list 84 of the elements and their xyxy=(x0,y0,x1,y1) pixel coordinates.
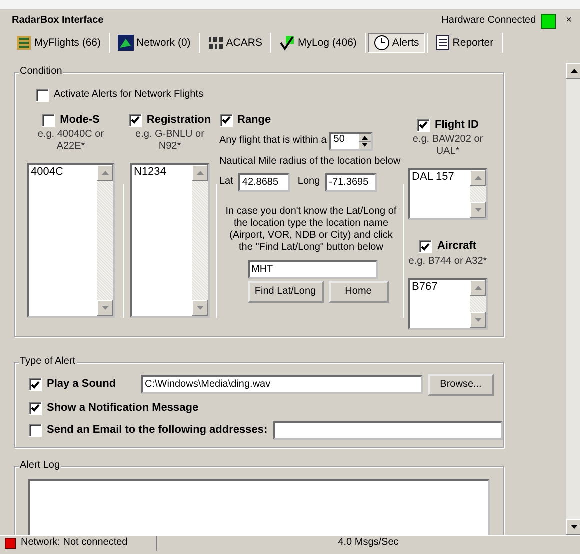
checkmark-icon xyxy=(279,35,296,51)
scroll-up-button[interactable] xyxy=(566,62,580,78)
tab[interactable]: ACARS xyxy=(202,33,268,53)
hint-text: e.g. G-BNLU or N92* xyxy=(134,129,206,154)
option-label: Aircraft xyxy=(437,240,477,254)
scrollbar[interactable] xyxy=(566,62,580,534)
hardware-status: Hardware Connected xyxy=(442,15,536,27)
checkbox[interactable] xyxy=(36,88,49,102)
help-text: In case you don't know the Lat/Long of the location type the location name (Airport, VOR, NDB or City) and click the "Find Lat/Long" button below xyxy=(224,206,398,254)
binary-digits-icon xyxy=(208,35,224,51)
spin-arrows-icon xyxy=(359,134,372,149)
latitude-field[interactable]: 42.8685 xyxy=(238,172,290,192)
close-button[interactable]: × xyxy=(566,15,572,27)
checkbox[interactable] xyxy=(29,378,42,391)
email-field[interactable] xyxy=(272,420,503,440)
field-label: Nautical Mile radius of the location below xyxy=(220,156,402,168)
checkbox[interactable] xyxy=(128,114,142,127)
home-button[interactable]: Home xyxy=(328,281,388,304)
list-item[interactable]: N1234 xyxy=(134,166,190,180)
list-box[interactable]: B767 xyxy=(408,278,488,330)
list-box[interactable]: N1234 xyxy=(130,163,210,318)
option-label: Registration xyxy=(146,114,212,127)
hint-text: e.g. BAW202 or UAL* xyxy=(412,134,484,158)
list-item[interactable]: B767 xyxy=(412,280,468,294)
scroll-down-button[interactable] xyxy=(566,518,580,534)
field-label: Long xyxy=(298,176,320,188)
group-label: Type of Alert xyxy=(19,356,77,368)
up-arrow-icon xyxy=(474,176,482,180)
down-arrow-icon xyxy=(474,318,482,322)
option-label: Activate Alerts for Network Flights xyxy=(54,89,204,101)
up-arrow-icon xyxy=(196,171,204,176)
status-text: 4.0 Msgs/Sec xyxy=(338,537,399,548)
checkbox[interactable] xyxy=(220,114,232,127)
spin-field[interactable]: 50 xyxy=(329,132,374,151)
file-path-field[interactable]: C:\Windows\Media\ding.wav xyxy=(141,375,423,394)
network-map-icon xyxy=(118,35,134,51)
status-text: Network: Not connected xyxy=(21,537,128,549)
check-icon xyxy=(222,116,230,124)
option-label: Mode-S xyxy=(60,114,100,127)
group-label: Alert Log xyxy=(19,460,62,472)
location-field[interactable]: MHT xyxy=(248,260,378,279)
tab[interactable]: Network (0) xyxy=(112,33,197,53)
up-arrow-icon xyxy=(570,68,578,72)
check-icon xyxy=(419,121,428,130)
down-arrow-icon xyxy=(196,306,204,310)
down-arrow-icon xyxy=(102,306,108,310)
tab[interactable]: MyFlights (66) xyxy=(10,33,108,53)
check-icon xyxy=(31,380,40,388)
option-label: Range xyxy=(238,114,272,127)
down-arrow-icon xyxy=(570,524,578,528)
list-item[interactable]: DAL 157 xyxy=(412,171,468,184)
down-arrow-icon xyxy=(474,208,482,212)
find-button[interactable]: Find Lat/Long xyxy=(248,281,324,304)
clock-icon xyxy=(374,35,390,51)
checkbox[interactable] xyxy=(417,118,430,132)
tab[interactable]: Alerts xyxy=(368,33,426,53)
option-label: Send an Email to the following addresses: xyxy=(47,424,268,437)
check-icon xyxy=(421,242,430,251)
option-label: Play a Sound xyxy=(47,378,116,392)
group-label: Condition xyxy=(19,66,64,78)
up-arrow-icon xyxy=(102,171,108,176)
list-box[interactable]: DAL 157 xyxy=(408,168,488,220)
check-icon xyxy=(130,116,140,124)
list-item[interactable]: 4004C xyxy=(31,166,95,180)
checkbox[interactable] xyxy=(29,402,42,415)
window-title: RadarBox Interface xyxy=(12,15,104,27)
option-label: Flight ID xyxy=(435,118,479,132)
tab[interactable]: Reporter xyxy=(430,33,500,53)
document-icon xyxy=(436,35,450,51)
up-arrow-icon xyxy=(474,286,482,290)
list-box[interactable]: 4004C xyxy=(27,163,115,318)
field-label: Any flight that is within a xyxy=(220,135,327,148)
hint-text: e.g. 40040C or A22E* xyxy=(36,129,106,154)
browse-button[interactable]: Browse... xyxy=(428,374,494,396)
option-label: Show a Notification Message xyxy=(47,402,199,415)
longitude-field[interactable]: -71.3695 xyxy=(325,172,378,192)
grid-icon xyxy=(16,35,32,51)
tab[interactable]: MyLog (406) xyxy=(273,33,363,53)
checkbox[interactable] xyxy=(42,114,56,127)
checkbox[interactable] xyxy=(419,240,432,254)
field-label: Lat xyxy=(220,176,234,188)
hint-text: e.g. B744 or A32* xyxy=(408,256,488,268)
check-icon xyxy=(31,404,40,412)
checkbox[interactable] xyxy=(29,424,42,437)
